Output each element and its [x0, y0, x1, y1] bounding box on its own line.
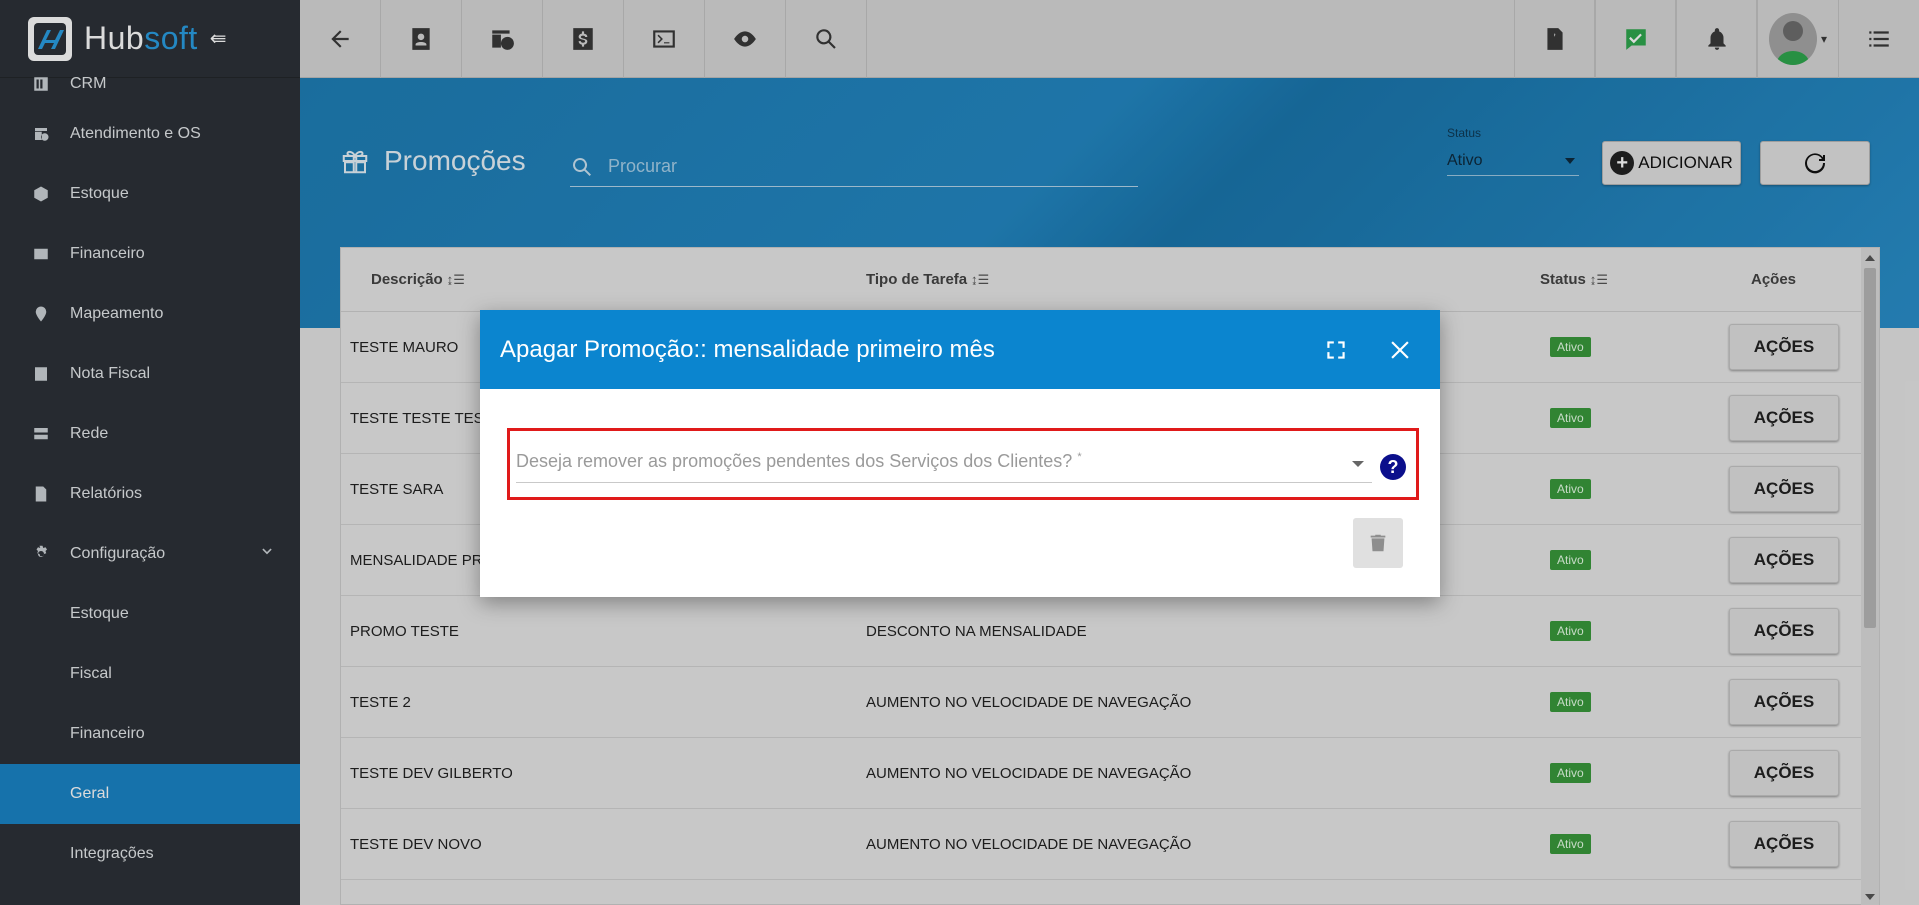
fullscreen-icon	[1327, 340, 1345, 359]
delete-promotion-modal: Apagar Promoção:: mensalidade primeiro m…	[480, 310, 1440, 597]
highlighted-field: Deseja remover as promoções pendentes do…	[507, 428, 1419, 500]
fullscreen-button[interactable]	[1312, 326, 1360, 374]
remove-pending-promotions-select[interactable]: Deseja remover as promoções pendentes do…	[516, 441, 1372, 483]
close-icon	[1391, 340, 1409, 359]
field-label: Deseja remover as promoções pendentes do…	[516, 451, 1082, 471]
modal-title: Apagar Promoção:: mensalidade primeiro m…	[500, 335, 995, 363]
help-icon[interactable]: ?	[1380, 454, 1406, 480]
close-button[interactable]	[1376, 326, 1424, 374]
dropdown-caret-icon	[1352, 461, 1364, 467]
modal-header: Apagar Promoção:: mensalidade primeiro m…	[480, 310, 1440, 389]
delete-button[interactable]	[1353, 518, 1403, 568]
trash-icon	[1370, 534, 1386, 552]
